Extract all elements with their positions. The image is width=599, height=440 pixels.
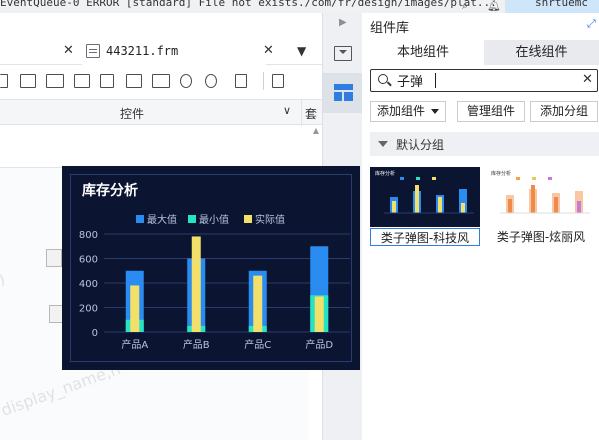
close-tab-icon[interactable]: ✕ [263, 43, 274, 58]
legend-label: 最大值 [147, 213, 177, 226]
clear-search-icon[interactable]: ✕ [582, 72, 593, 87]
card-caption: 类子弹图-科技风 [370, 228, 480, 246]
dropdown-box-icon[interactable] [334, 46, 352, 61]
component-search[interactable]: ✕ [370, 69, 598, 92]
widget-button-icon[interactable] [46, 74, 64, 88]
legend-label: 实际值 [255, 213, 285, 226]
error-log-text: EventQueue-0 ERROR [standard] File not e… [0, 0, 497, 9]
chevron-down-icon[interactable]: ∨ [283, 104, 291, 117]
scroll-up-icon[interactable]: ▲ [310, 126, 322, 140]
manage-widget-button[interactable]: 管理组件 [457, 101, 525, 122]
search-input[interactable] [397, 72, 577, 89]
canvas-widget[interactable] [46, 249, 62, 267]
tab-file-label: 443211.frm [106, 44, 179, 58]
y-tick-label: 600 [79, 255, 98, 266]
tab-local-components[interactable]: 本地组件 [362, 40, 484, 65]
widget-checkbox-icon[interactable] [0, 74, 8, 88]
bar-actual [130, 285, 140, 332]
user-menu[interactable]: snrtuemc [505, 0, 599, 13]
y-tick-label: 800 [79, 230, 98, 241]
tab-file[interactable]: 443211.frm ✕ [82, 38, 274, 65]
svg-text:库存分析: 库存分析 [375, 170, 395, 177]
x-tick-label: 产品C [244, 338, 271, 351]
widget-checkgroup-icon[interactable] [235, 74, 247, 88]
y-tick-label: 0 [92, 328, 98, 339]
x-tick-label: 产品B [183, 338, 210, 351]
widget-number-icon[interactable] [152, 74, 170, 88]
widget-calendar-icon[interactable] [100, 74, 114, 88]
component-card[interactable]: 库存分析 类子弹图-科技风 [370, 167, 480, 246]
card-caption: 类子弹图-炫丽风 [496, 230, 586, 244]
tao-label: 套 [305, 107, 318, 121]
bar-actual [191, 236, 201, 332]
status-bar: EventQueue-0 ERROR [standard] File not e… [0, 0, 599, 13]
search-icon[interactable]: ⌕ [462, 0, 468, 13]
group-name: 默认分组 [396, 138, 445, 152]
widget-grid-icon[interactable] [126, 74, 142, 88]
layout-icon [334, 84, 353, 101]
component-card[interactable]: 库存分析 类子弹图-炫丽风 [486, 167, 596, 246]
close-tab-icon[interactable]: ✕ [63, 43, 74, 58]
svg-text:库存分析: 库存分析 [491, 170, 511, 177]
y-tick-label: 400 [79, 279, 98, 290]
group-header[interactable]: 默认分组 [370, 132, 599, 156]
bar-actual [253, 275, 263, 332]
legend-label: 最小值 [199, 213, 229, 226]
chart-preview[interactable]: 库存分析 0 200 400 600 800 最大值 最小值 实际值 产品A 产品B 产品C 产品D [62, 166, 360, 370]
panel-title: 组件库 [370, 21, 410, 36]
form-file-icon [86, 44, 100, 58]
search-icon [378, 74, 388, 84]
x-tick-label: 产品D [305, 338, 333, 351]
pin-icon[interactable]: ⤢ [587, 17, 596, 31]
y-tick-label: 200 [79, 304, 98, 315]
widget-radiogroup-icon[interactable] [205, 74, 217, 88]
bullet-chart: 0 200 400 600 800 最大值 最小值 实际值产品A 产品B 产品C 产品D [79, 213, 350, 351]
widgets-header: 控件 ∨ 套 [0, 99, 322, 126]
divider [301, 100, 302, 126]
component-library-panel: 组件库 ⤢ 本地组件 在线组件 ✕ 添加组件 管理组件 添加分组 默认分组 库存… [362, 13, 599, 440]
widget-radio-icon[interactable] [180, 74, 192, 88]
bar-actual [314, 296, 324, 332]
legend-swatch [136, 215, 144, 223]
widget-label-icon[interactable] [20, 74, 36, 88]
widget-dropdown-icon[interactable] [74, 74, 90, 88]
canvas-header-area [0, 126, 309, 168]
legend-swatch [244, 215, 252, 223]
caret-down-icon [431, 109, 439, 114]
widget-search-icon[interactable] [272, 74, 284, 88]
expand-arrow-icon[interactable]: ▶ [339, 17, 347, 28]
bell-icon[interactable]: 🔔︎ [487, 0, 501, 12]
text-caret [435, 73, 436, 88]
add-widget-dropdown[interactable]: 添加组件 [370, 101, 446, 122]
toolbar-divider [263, 72, 264, 90]
tab-menu-icon[interactable]: ▼ [297, 44, 306, 58]
legend-swatch [188, 215, 196, 223]
tech-bullet-thumbnail: 库存分析 [370, 167, 480, 227]
widgets-title: 控件 [120, 107, 145, 121]
tab-online-components[interactable]: 在线组件 [484, 40, 599, 65]
username: snrtuemc [535, 0, 588, 9]
add-group-button[interactable]: 添加分组 [530, 101, 598, 122]
add-widget-label: 添加组件 [376, 104, 425, 118]
gorgeous-bullet-thumbnail: 库存分析 [486, 167, 596, 227]
collapse-arrow-icon [378, 141, 388, 147]
x-tick-label: 产品A [121, 338, 148, 351]
